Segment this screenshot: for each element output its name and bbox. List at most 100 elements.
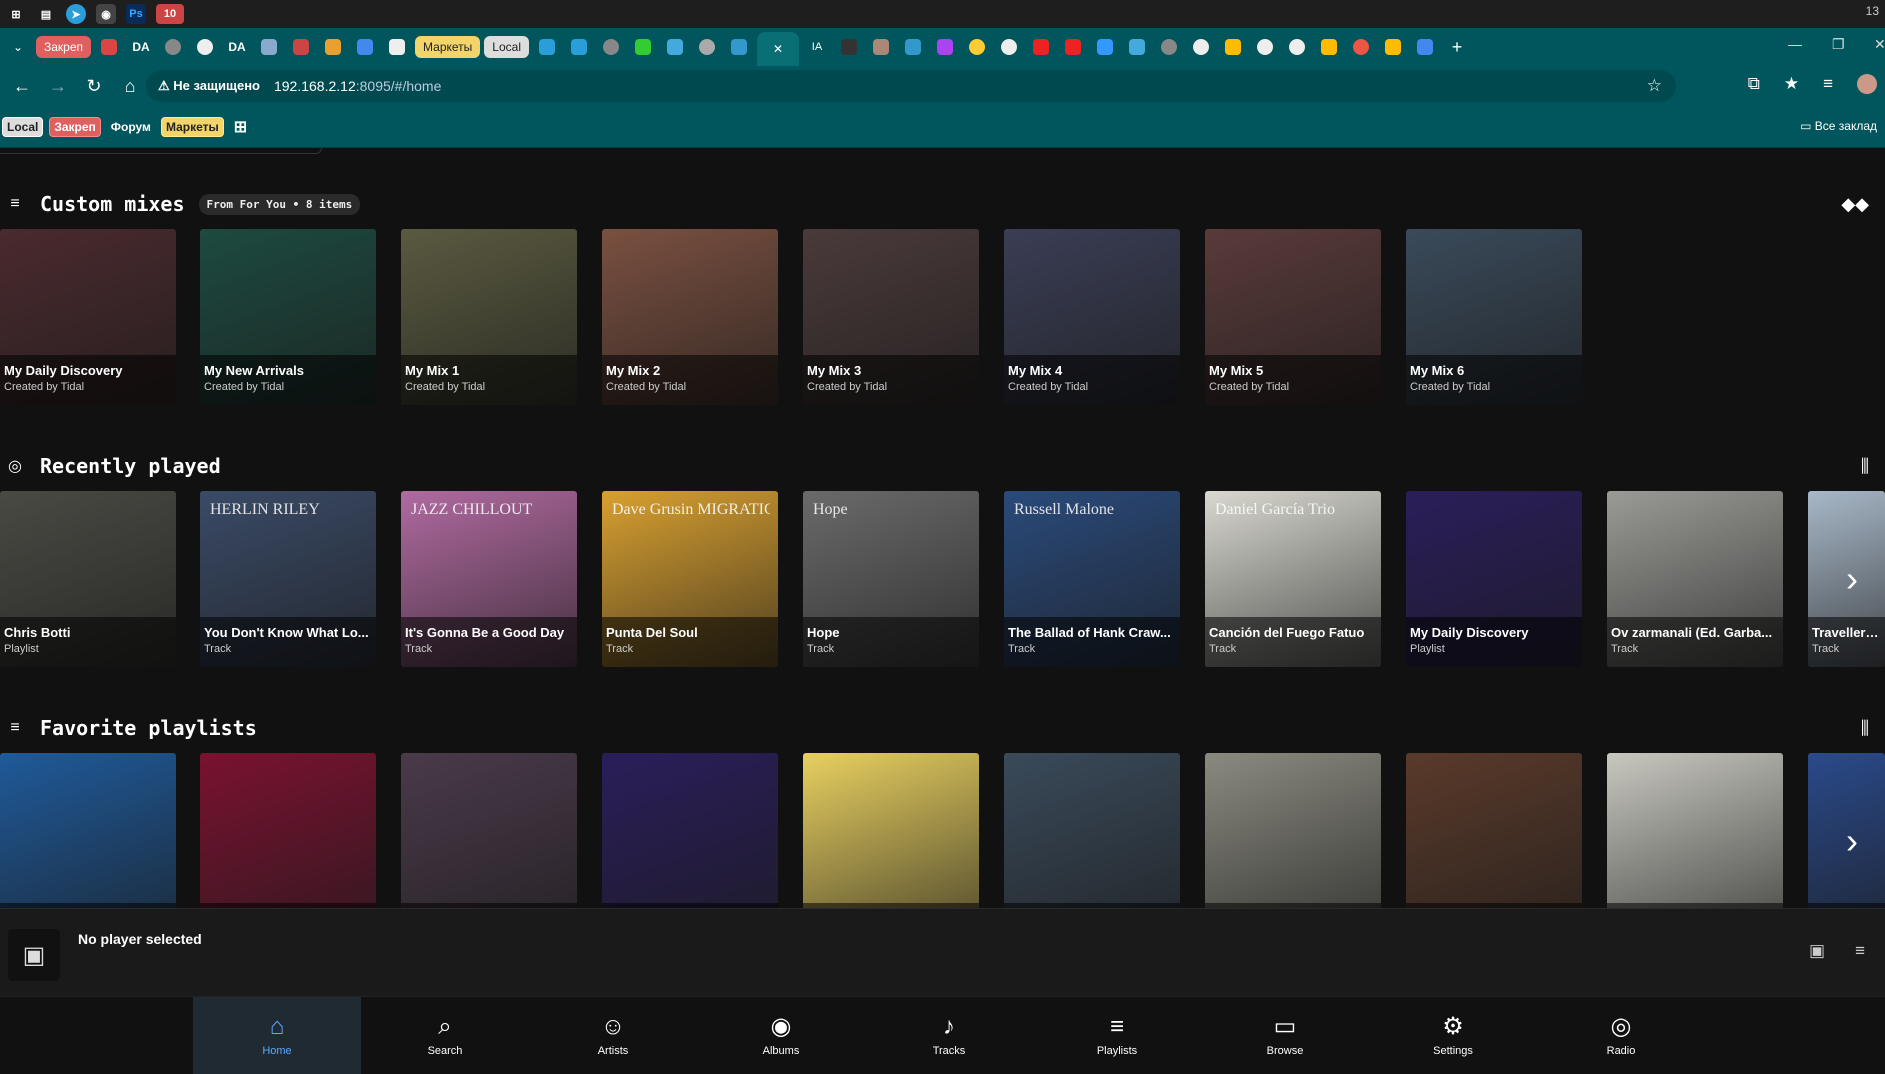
insecure-warning[interactable]: ⚠ Не защищено [158, 78, 260, 94]
tab-list-icon[interactable]: ⌄ [4, 36, 32, 58]
media-card[interactable]: JAZZ CHILLOUT It's Gonna Be a Good Day Tra… [401, 491, 577, 667]
bookmark-pinned[interactable]: Закреп [49, 116, 101, 137]
media-card[interactable]: Hope Hope Track [803, 491, 979, 667]
media-card[interactable]: My Mix 5 Created by Tidal [1205, 229, 1381, 405]
tab-app-9[interactable] [867, 36, 895, 58]
tab-app-15[interactable] [1315, 36, 1343, 58]
app-badge-icon[interactable]: 10 [156, 4, 184, 24]
media-card[interactable]: Jazz Ragas, Riddims & ... [0, 753, 176, 908]
all-bookmarks[interactable]: ▭ Все заклад [1800, 119, 1877, 133]
tab-translate[interactable] [1411, 36, 1439, 58]
apps-grid-icon[interactable]: ⊞ [230, 117, 251, 137]
tab-app-12[interactable] [963, 36, 991, 58]
speaker-icon[interactable]: ▣ [8, 929, 60, 981]
tab-k-2[interactable] [565, 36, 593, 58]
bookmark-local[interactable]: Local [2, 116, 44, 137]
tab-app-4[interactable] [383, 36, 411, 58]
home-icon[interactable]: ⌂ [116, 72, 144, 100]
taskview-icon[interactable]: ▤ [36, 4, 56, 24]
tab-pinned-group[interactable]: Закреп [36, 36, 92, 58]
nav-settings[interactable]: ⚙ Settings [1369, 997, 1537, 1074]
media-card[interactable]: 2019 Год [1004, 753, 1180, 908]
windows-icon[interactable]: ⊞ [6, 4, 26, 24]
media-card[interactable]: My Daily Discovery Colle... [401, 753, 577, 908]
tab-markets-group[interactable]: Маркеты [415, 36, 481, 58]
tab-gmail[interactable] [95, 36, 123, 58]
tab-app-2[interactable] [287, 36, 315, 58]
chrome-icon[interactable]: ◉ [96, 4, 116, 24]
nav-playlists[interactable]: ≡ Playlists [1033, 997, 1201, 1074]
media-card[interactable]: My Mix 4 Created by Tidal [1004, 229, 1180, 405]
bookmark-forum[interactable]: Форум [107, 117, 155, 137]
tidal-icon[interactable]: ◆◆ [1841, 194, 1869, 215]
tab-app-1[interactable] [255, 36, 283, 58]
player-select-icon[interactable]: ▣ [1809, 941, 1825, 961]
telegram-icon[interactable]: ➤ [66, 4, 86, 24]
media-card[interactable]: My Mix 1 Created by Tidal [401, 229, 577, 405]
back-icon[interactable]: ← [8, 72, 36, 100]
tab-app-14[interactable] [1219, 36, 1247, 58]
media-control-icon[interactable]: ≡ [1823, 74, 1833, 94]
tab-da-2[interactable]: DA [223, 36, 251, 58]
new-tab-button[interactable]: + [1443, 36, 1471, 58]
restore-icon[interactable]: ❐ [1832, 36, 1845, 53]
media-card[interactable]: Sweet Pop Melodies [803, 753, 979, 908]
media-card[interactable]: Сплин [200, 753, 376, 908]
tab-active[interactable]: ✕ [756, 32, 799, 66]
media-card[interactable]: HERLIN RILEY You Don't Know What Lo... Tra… [200, 491, 376, 667]
tab-app-16[interactable] [1347, 36, 1375, 58]
tab-app-3[interactable] [351, 36, 379, 58]
tab-app-17[interactable] [1379, 36, 1407, 58]
tab-home-assistant-2[interactable] [1123, 36, 1151, 58]
bookmark-markets[interactable]: Маркеты [160, 116, 224, 137]
favorites-icon[interactable]: ★ [1784, 74, 1799, 94]
nav-browse[interactable]: ▭ Browse [1201, 997, 1369, 1074]
nav-home[interactable]: ⌂ Home [193, 997, 361, 1074]
extensions-icon[interactable]: ⧉ [1748, 74, 1760, 94]
media-card[interactable]: My New Arrivals Created by Tidal [200, 229, 376, 405]
reload-icon[interactable]: ↻ [80, 72, 108, 100]
tab-local-group[interactable]: Local [484, 36, 529, 58]
tab-app-5[interactable] [693, 36, 721, 58]
scroll-right-icon[interactable]: › [1839, 820, 1865, 861]
tab-globe-2[interactable] [597, 36, 625, 58]
media-card[interactable]: My Daily Discovery Created by Tidal [0, 229, 176, 405]
media-card[interactable]: Chris Botti Playlist [0, 491, 176, 667]
photoshop-icon[interactable]: Ps [126, 4, 146, 24]
media-card[interactable]: Test Tracks [1607, 753, 1783, 908]
nav-artists[interactable]: ☺ Artists [529, 997, 697, 1074]
tab-google[interactable] [1187, 36, 1215, 58]
tab-github-3[interactable] [1251, 36, 1279, 58]
tab-k-1[interactable] [533, 36, 561, 58]
minimize-icon[interactable]: — [1788, 36, 1802, 52]
media-card[interactable]: Russell Malone The Ballad of Hank Craw...… [1004, 491, 1180, 667]
tab-youtube-1[interactable] [1027, 36, 1055, 58]
tab-google-2[interactable] [1283, 36, 1311, 58]
tab-app-6[interactable] [725, 36, 753, 58]
media-card[interactable]: My Mix 2 Created by Tidal [602, 229, 778, 405]
tab-github[interactable] [191, 36, 219, 58]
profile-avatar[interactable] [1857, 74, 1877, 94]
queue-icon[interactable]: ≡ [1855, 941, 1865, 961]
tab-shield[interactable] [629, 36, 657, 58]
tab-globe-3[interactable] [1155, 36, 1183, 58]
close-window-icon[interactable]: ✕ [1874, 36, 1885, 53]
library-icon[interactable]: ⫼ [1861, 456, 1869, 477]
nav-search[interactable]: ⌕ Search [361, 997, 529, 1074]
tab-mail[interactable] [319, 36, 347, 58]
tab-github-2[interactable] [995, 36, 1023, 58]
media-card[interactable]: My Mix 6 Created by Tidal [1406, 229, 1582, 405]
media-card[interactable]: Ov zarmanali (Ed. Garba... Track [1607, 491, 1783, 667]
forward-icon[interactable]: → [44, 72, 72, 100]
media-card[interactable]: My Mix 3 Created by Tidal [803, 229, 979, 405]
media-card[interactable]: Dave Grusin MIGRATION Punta Del Soul Track [602, 491, 778, 667]
nav-radio[interactable]: ◎ Radio [1537, 997, 1705, 1074]
media-card[interactable]: My Daily Discovery Playlist [1406, 491, 1582, 667]
tab-youtube-2[interactable] [1059, 36, 1087, 58]
media-card[interactable]: My Daily Discovery [602, 753, 778, 908]
nav-albums[interactable]: ◉ Albums [697, 997, 865, 1074]
nav-tracks[interactable]: ♪ Tracks [865, 997, 1033, 1074]
bookmark-star-icon[interactable]: ☆ [1647, 76, 1662, 96]
scroll-right-icon[interactable]: › [1839, 558, 1865, 599]
tab-home-assistant[interactable] [661, 36, 689, 58]
